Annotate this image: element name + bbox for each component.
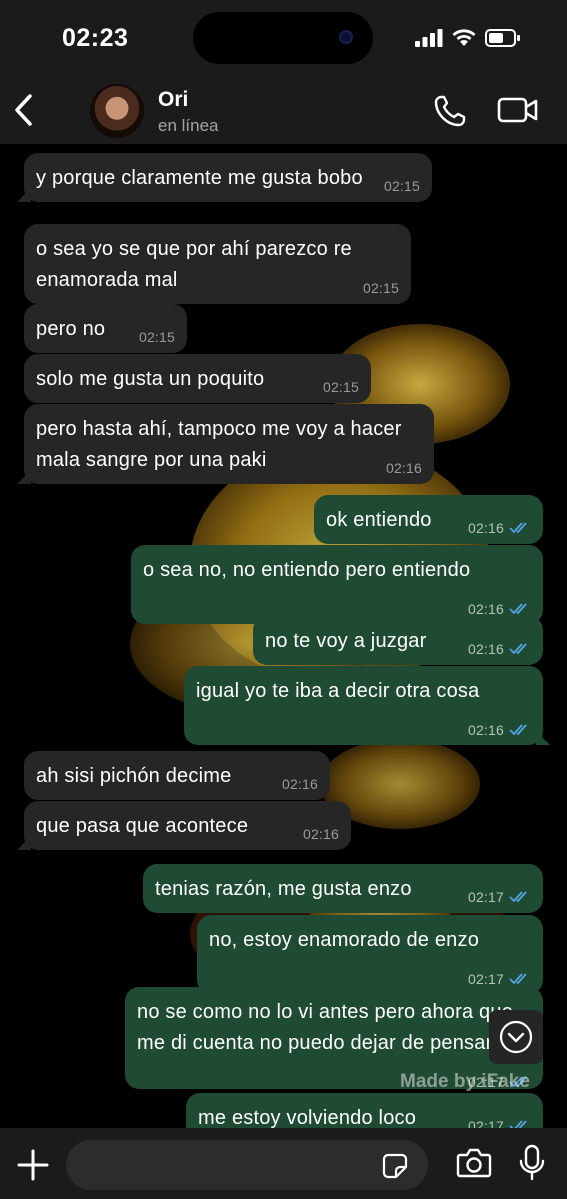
- double-check-icon: [509, 724, 527, 736]
- message-text: no se como no lo vi antes pero ahora que…: [137, 1001, 514, 1054]
- message-time: 02:16: [385, 460, 422, 476]
- message-meta: 02:17: [468, 1117, 531, 1128]
- battery-icon: [485, 28, 520, 47]
- message-bubble-incoming[interactable]: pero hasta ahí, tampoco me voy a hacer m…: [17, 404, 434, 484]
- message-bubble-incoming[interactable]: solo me gusta un poquito 02:15: [24, 354, 371, 403]
- contact-name[interactable]: Ori: [158, 88, 188, 112]
- status-icons: [415, 28, 521, 47]
- scroll-to-bottom-button[interactable]: [489, 1010, 543, 1064]
- message-text: igual yo te iba a decir otra cosa: [196, 680, 480, 702]
- message-bubble-incoming[interactable]: pero no 02:15: [24, 304, 187, 353]
- message-meta: 02:15: [323, 378, 359, 396]
- message-time: 02:16: [302, 826, 339, 842]
- message-time: 02:16: [281, 776, 318, 792]
- message-bubble-incoming[interactable]: y porque claramente me gusta bobo 02:15: [17, 153, 432, 202]
- message-bubble-outgoing[interactable]: no te voy a juzgar 02:16: [253, 616, 543, 665]
- status-bar: 02:23: [0, 0, 567, 80]
- message-bubble-outgoing[interactable]: o sea no, no entiendo pero entiendo 02:1…: [131, 545, 543, 624]
- message-bubble-incoming[interactable]: o sea yo se que por ahí parezco re enamo…: [24, 224, 411, 304]
- message-list[interactable]: y porque claramente me gusta bobo 02:15 …: [0, 144, 567, 1128]
- microphone-icon[interactable]: [519, 1144, 545, 1182]
- plus-icon[interactable]: [16, 1148, 50, 1182]
- message-text: o sea yo se que por ahí parezco re enamo…: [36, 238, 352, 291]
- sticker-icon[interactable]: [382, 1153, 408, 1179]
- message-meta: 02:15: [363, 279, 399, 297]
- message-meta: 02:16: [303, 825, 339, 843]
- message-bubble-outgoing[interactable]: no, estoy enamorado de enzo 02:17: [197, 915, 543, 994]
- message-time: 02:16: [467, 641, 504, 657]
- avatar[interactable]: [90, 84, 144, 138]
- front-camera: [339, 30, 353, 44]
- message-time: 02:17: [467, 971, 504, 987]
- message-time: 02:15: [383, 178, 420, 194]
- message-text: o sea no, no entiendo pero entiendo: [143, 559, 471, 581]
- message-text: me estoy volviendo loco: [198, 1107, 417, 1128]
- video-camera-icon[interactable]: [497, 96, 539, 124]
- message-meta: 02:17: [468, 888, 531, 906]
- message-bubble-outgoing[interactable]: igual yo te iba a decir otra cosa 02:16: [184, 666, 550, 745]
- wifi-icon: [452, 29, 476, 46]
- message-time: 02:16: [467, 520, 504, 536]
- double-check-icon: [509, 522, 527, 534]
- status-time: 02:23: [62, 24, 129, 52]
- message-text: tenias razón, me gusta enzo: [155, 878, 412, 900]
- composer-bar: [0, 1128, 567, 1199]
- double-check-icon: [509, 603, 527, 615]
- message-text: pero no: [36, 318, 106, 340]
- message-meta: 02:16: [468, 721, 531, 739]
- message-text: no te voy a juzgar: [265, 630, 427, 652]
- message-text: pero hasta ahí, tampoco me voy a hacer m…: [36, 418, 402, 471]
- signal-icon: [415, 28, 443, 47]
- message-meta: 02:17: [468, 970, 531, 988]
- message-text: ok entiendo: [326, 509, 432, 531]
- message-time: 02:15: [322, 379, 359, 395]
- message-bubble-incoming[interactable]: ah sisi pichón decime 02:16: [24, 751, 330, 800]
- message-input-container[interactable]: [66, 1140, 428, 1190]
- message-text: que pasa que acontece: [36, 815, 249, 837]
- message-text: y porque claramente me gusta bobo: [36, 167, 363, 189]
- message-time: 02:15: [138, 329, 175, 345]
- chat-header: Ori en línea: [0, 80, 567, 144]
- double-check-icon: [509, 643, 527, 655]
- watermark: Made by iFake: [400, 1071, 530, 1092]
- message-bubble-outgoing[interactable]: tenias razón, me gusta enzo 02:17: [143, 864, 543, 913]
- message-meta: 02:16: [386, 459, 422, 477]
- chevron-down-circle-icon: [499, 1020, 533, 1054]
- message-meta: 02:16: [468, 640, 531, 658]
- camera-icon[interactable]: [456, 1147, 492, 1179]
- message-time: 02:15: [362, 280, 399, 296]
- contact-status: en línea: [158, 116, 219, 135]
- dynamic-island: [193, 12, 373, 64]
- phone-icon[interactable]: [433, 94, 467, 128]
- message-meta: 02:16: [468, 519, 531, 537]
- message-meta: 02:15: [139, 328, 175, 346]
- message-bubble-outgoing[interactable]: me estoy volviendo loco 02:17: [186, 1093, 543, 1128]
- message-bubble-outgoing[interactable]: ok entiendo 02:16: [314, 495, 543, 544]
- double-check-icon: [509, 891, 527, 903]
- message-bubble-incoming[interactable]: que pasa que acontece 02:16: [17, 801, 351, 850]
- message-input[interactable]: [86, 1154, 370, 1178]
- message-time: 02:17: [467, 1118, 504, 1128]
- double-check-icon: [509, 1120, 527, 1128]
- message-time: 02:17: [467, 889, 504, 905]
- message-meta: 02:16: [282, 775, 318, 793]
- chevron-left-icon[interactable]: [12, 92, 36, 128]
- message-text: no, estoy enamorado de enzo: [209, 929, 480, 951]
- message-time: 02:16: [467, 722, 504, 738]
- message-text: solo me gusta un poquito: [36, 368, 265, 390]
- message-text: ah sisi pichón decime: [36, 765, 232, 787]
- message-meta: 02:15: [384, 177, 420, 195]
- double-check-icon: [509, 973, 527, 985]
